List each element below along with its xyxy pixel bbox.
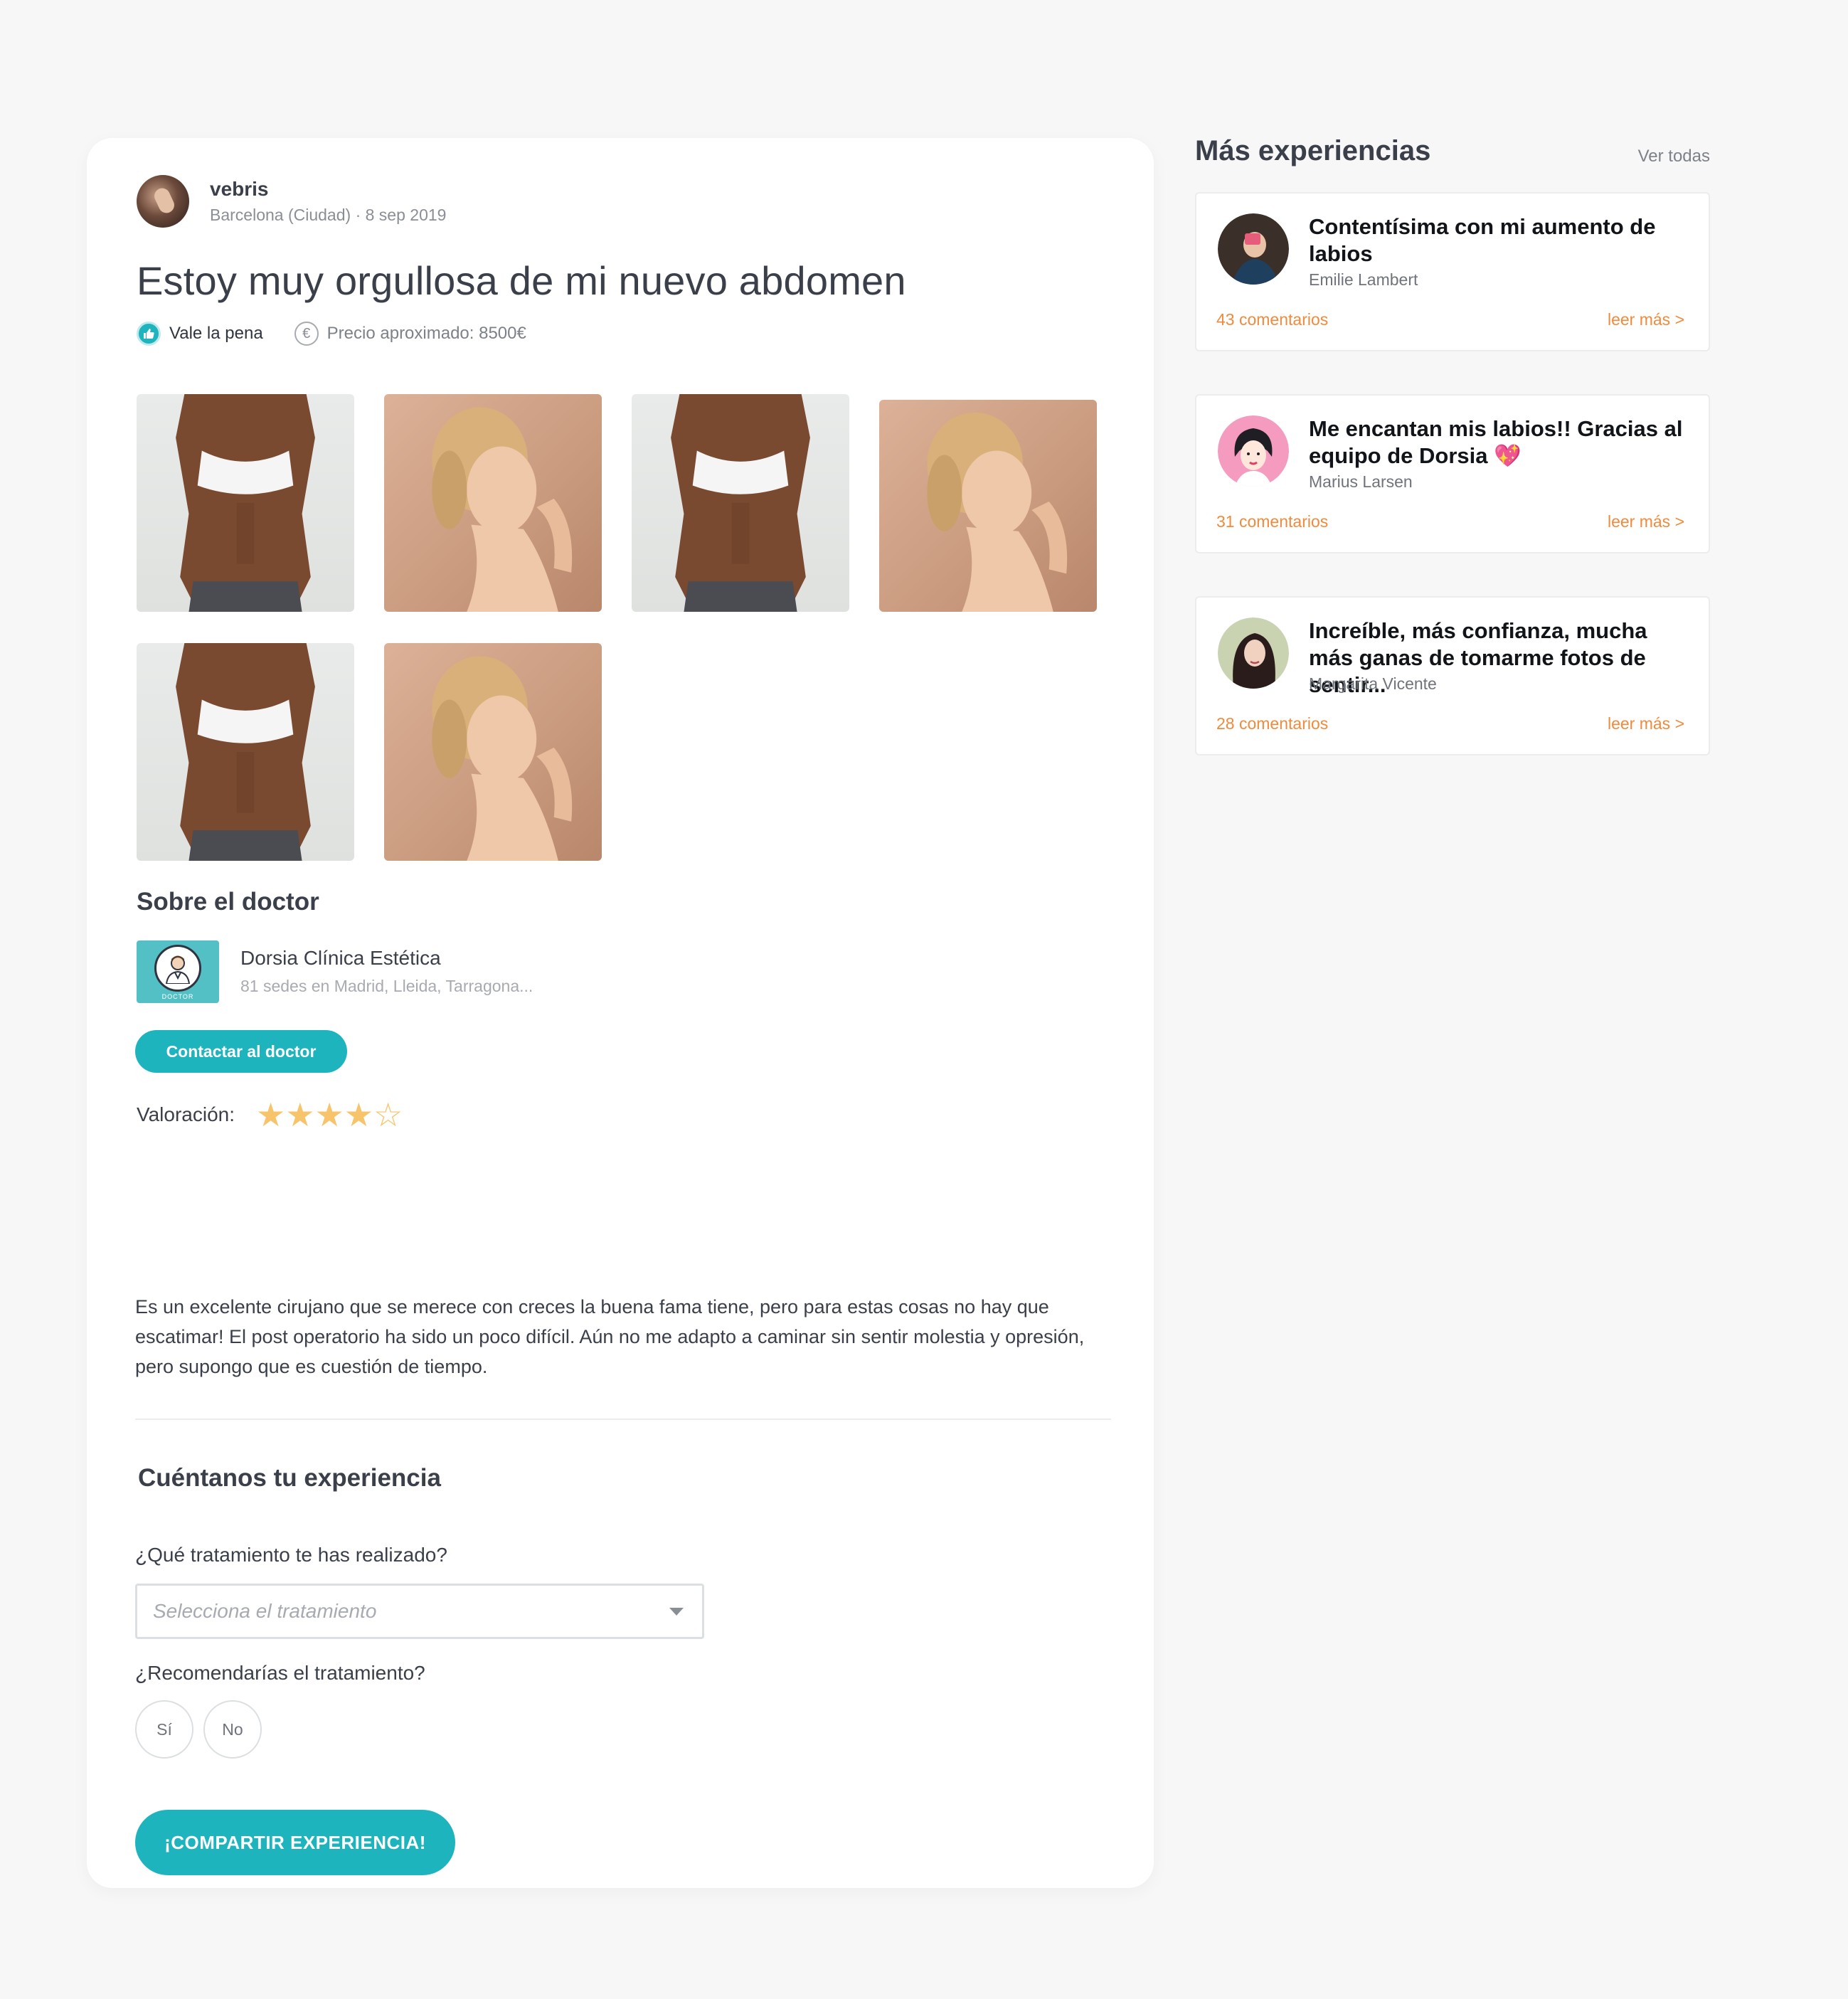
recommend-no-button[interactable]: No: [203, 1700, 262, 1759]
doctor-meta: Dorsia Clínica Estética 81 sedes en Madr…: [240, 945, 533, 998]
rating-row: Valoración: ★ ★ ★ ★ ☆: [137, 1098, 403, 1131]
divider: [135, 1419, 1111, 1420]
experience-author: Marius Larsen: [1309, 472, 1413, 491]
chevron-down-icon: [669, 1607, 684, 1616]
recommend-yes-button[interactable]: Sí: [135, 1700, 193, 1759]
star-filled-icon: ★: [314, 1096, 344, 1133]
star-empty-icon: ☆: [373, 1096, 403, 1133]
experience-title[interactable]: Contentísima con mi aumento de labios: [1309, 213, 1693, 267]
star-filled-icon: ★: [285, 1096, 315, 1133]
star-filled-icon: ★: [344, 1096, 374, 1133]
price-badge: € Precio aproximado: 8500€: [294, 322, 526, 346]
author-avatar[interactable]: [137, 175, 189, 228]
experience-card: vebris Barcelona (Ciudad) · 8 sep 2019 E…: [87, 138, 1154, 1888]
rating-label: Valoración:: [137, 1103, 235, 1125]
euro-icon: €: [294, 322, 319, 346]
rating-stars: ★ ★ ★ ★ ☆: [256, 1098, 403, 1131]
author-block: vebris Barcelona (Ciudad) · 8 sep 2019: [137, 175, 446, 228]
gallery-photo-abs[interactable]: [137, 643, 354, 861]
price-label: Precio aproximado: 8500€: [326, 324, 526, 343]
experience-author: Emilie Lambert: [1309, 270, 1418, 289]
doctor-logo[interactable]: DOCTOR: [137, 940, 219, 1003]
review-text: Es un excelente cirujano que se merece c…: [135, 1296, 1085, 1377]
author-meta: vebris Barcelona (Ciudad) · 8 sep 2019: [210, 176, 446, 226]
recommend-question: ¿Recomendarías el tratamiento?: [135, 1662, 425, 1684]
see-all-link[interactable]: Ver todas: [1636, 147, 1710, 166]
doctor-name[interactable]: Dorsia Clínica Estética: [240, 945, 533, 971]
read-more-link[interactable]: leer más >: [1608, 714, 1684, 733]
doctor-avatar-icon: [154, 945, 201, 992]
experience-comments[interactable]: 28 comentarios: [1216, 714, 1328, 733]
avatar: [1218, 617, 1289, 689]
experience-comments[interactable]: 43 comentarios: [1216, 310, 1328, 329]
worth-badge: Vale la pena: [137, 322, 263, 346]
doctor-locations: 81 sedes en Madrid, Lleida, Tarragona...: [240, 977, 533, 995]
post-badges: Vale la pena € Precio aproximado: 8500€: [137, 322, 526, 346]
doctor-section-title: Sobre el doctor: [137, 888, 319, 916]
recommend-options: Sí No: [135, 1700, 272, 1759]
read-more-link[interactable]: leer más >: [1608, 512, 1684, 531]
experience-item[interactable]: Contentísima con mi aumento de labios Em…: [1195, 192, 1710, 351]
more-experiences-title: Más experiencias: [1195, 135, 1431, 166]
experience-item[interactable]: Me encantan mis labios!! Gracias al equi…: [1195, 394, 1710, 553]
thumbs-up-icon: [137, 322, 161, 346]
treatment-question: ¿Qué tratamiento te has realizado?: [135, 1544, 447, 1566]
gallery-photo-abs[interactable]: [137, 394, 354, 612]
gallery-photo-face[interactable]: [879, 400, 1097, 612]
treatment-select[interactable]: Selecciona el tratamiento: [135, 1584, 704, 1639]
gallery-photo-face[interactable]: [384, 643, 602, 861]
star-filled-icon: ★: [256, 1096, 286, 1133]
experience-item[interactable]: Increíble, más confianza, mucha más gana…: [1195, 596, 1710, 755]
treatment-select-placeholder: Selecciona el tratamiento: [153, 1600, 377, 1622]
author-name[interactable]: vebris: [210, 176, 446, 202]
experience-title[interactable]: Me encantan mis labios!! Gracias al equi…: [1309, 415, 1693, 470]
experience-comments[interactable]: 31 comentarios: [1216, 512, 1328, 531]
share-experience-button[interactable]: ¡COMPARTIR EXPERIENCIA!: [135, 1810, 455, 1875]
worth-label: Vale la pena: [169, 324, 263, 343]
gallery-photo-abs[interactable]: [632, 394, 849, 612]
gallery-photo-face[interactable]: [384, 394, 602, 612]
doctor-block: DOCTOR Dorsia Clínica Estética 81 sedes …: [137, 940, 533, 1003]
avatar: [1218, 415, 1289, 487]
meta-separator: ·: [355, 206, 361, 224]
share-section-title: Cuéntanos tu experiencia: [138, 1464, 441, 1492]
author-sub: Barcelona (Ciudad) · 8 sep 2019: [210, 203, 446, 226]
post-date: 8 sep 2019: [365, 206, 447, 224]
experience-author: Margarita Vicente: [1309, 674, 1437, 693]
avatar: [1218, 213, 1289, 285]
doctor-logo-caption: DOCTOR: [161, 993, 194, 1000]
author-location: Barcelona (Ciudad): [210, 206, 351, 224]
contact-doctor-button[interactable]: Contactar al doctor: [135, 1030, 347, 1073]
post-title: Estoy muy orgullosa de mi nuevo abdomen: [137, 258, 906, 303]
read-more-link[interactable]: leer más >: [1608, 310, 1684, 329]
